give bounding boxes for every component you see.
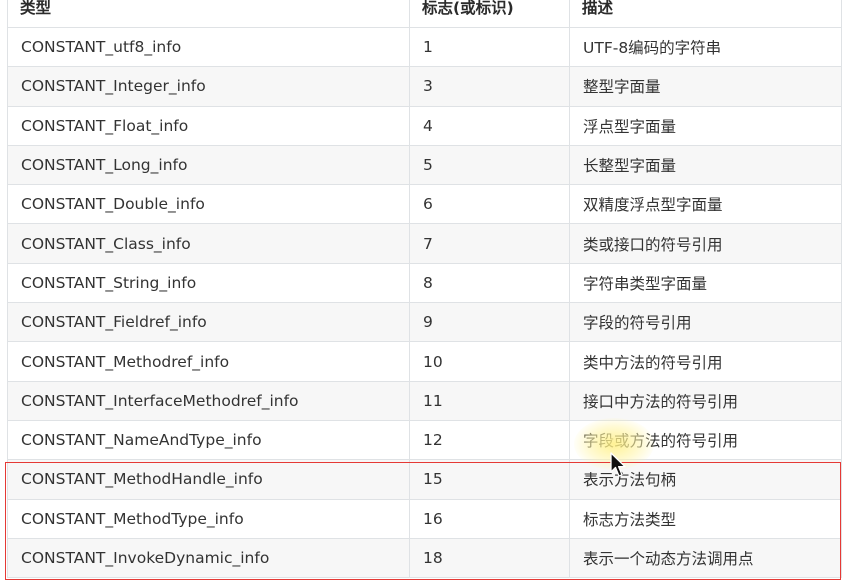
table-row: CONSTANT_Long_info 5 长整型字面量 — [7, 144, 842, 186]
cell-tag: 16 — [409, 498, 570, 539]
table-row: CONSTANT_InvokeDynamic_info 18 表示一个动态方法调用点 — [7, 537, 842, 579]
table-row: CONSTANT_MethodHandle_info 15 表示方法句柄 — [7, 459, 842, 500]
document-frame: 类型 标志(或标识) 描述 CONSTANT_utf8_info 1 UTF-8编码… — [0, 0, 844, 587]
cell-description: 整型字面量 — [569, 66, 842, 107]
table-row: CONSTANT_String_info 8 字符串类型字面量 — [7, 262, 842, 304]
header-description: 描述 — [569, 0, 842, 28]
cell-type: CONSTANT_String_info — [7, 262, 410, 304]
cell-description: 类或接口的符号引用 — [569, 223, 842, 264]
header-type: 类型 — [7, 0, 410, 28]
cell-type: CONSTANT_Fieldref_info — [7, 302, 410, 343]
cell-description: 长整型字面量 — [569, 144, 842, 186]
cell-description: 表示一个动态方法调用点 — [569, 537, 842, 579]
cell-tag: 8 — [409, 262, 570, 304]
table-row: CONSTANT_Class_info 7 类或接口的符号引用 — [7, 223, 842, 264]
header-tag: 标志(或标识) — [409, 0, 570, 28]
table-row: CONSTANT_Double_info 6 双精度浮点型字面量 — [7, 184, 842, 225]
cell-tag: 12 — [409, 419, 570, 461]
cell-type: CONSTANT_InvokeDynamic_info — [7, 537, 410, 579]
table-body: CONSTANT_utf8_info 1 UTF-8编码的字符串 CONSTANT_I… — [7, 26, 842, 579]
cell-tag: 5 — [409, 144, 570, 186]
table-row: CONSTANT_Integer_info 3 整型字面量 — [7, 66, 842, 107]
cell-description: 双精度浮点型字面量 — [569, 184, 842, 225]
table-row: CONSTANT_NameAndType_info 12 字段或方法的符号引用 — [7, 419, 842, 461]
cell-type: CONSTANT_Float_info — [7, 105, 410, 146]
cell-type: CONSTANT_MethodType_info — [7, 498, 410, 539]
cell-type: CONSTANT_InterfaceMethodref_info — [7, 380, 410, 421]
cell-tag: 6 — [409, 184, 570, 225]
constant-pool-table: 类型 标志(或标识) 描述 CONSTANT_utf8_info 1 UTF-8编码… — [7, 0, 842, 579]
cell-description: 字符串类型字面量 — [569, 262, 842, 304]
table-row: CONSTANT_Fieldref_info 9 字段的符号引用 — [7, 302, 842, 343]
cell-tag: 1 — [409, 26, 570, 68]
cell-description: 类中方法的符号引用 — [569, 341, 842, 382]
cell-tag: 11 — [409, 380, 570, 421]
table-row: CONSTANT_utf8_info 1 UTF-8编码的字符串 — [7, 26, 842, 68]
table-row: CONSTANT_Float_info 4 浮点型字面量 — [7, 105, 842, 146]
cell-tag: 7 — [409, 223, 570, 264]
cell-type: CONSTANT_MethodHandle_info — [7, 459, 410, 500]
header-row: 类型 标志(或标识) 描述 — [7, 0, 842, 28]
cell-tag: 10 — [409, 341, 570, 382]
cell-tag: 3 — [409, 66, 570, 107]
cell-description: 标志方法类型 — [569, 498, 842, 539]
cell-description: UTF-8编码的字符串 — [569, 26, 842, 68]
cell-description: 接口中方法的符号引用 — [569, 380, 842, 421]
cell-type: CONSTANT_utf8_info — [7, 26, 410, 68]
cell-type: CONSTANT_Class_info — [7, 223, 410, 264]
cell-description: 表示方法句柄 — [569, 459, 842, 500]
table-row: CONSTANT_InterfaceMethodref_info 11 接口中方法的… — [7, 380, 842, 421]
cell-type: CONSTANT_Methodref_info — [7, 341, 410, 382]
cell-type: CONSTANT_Integer_info — [7, 66, 410, 107]
table-row: CONSTANT_Methodref_info 10 类中方法的符号引用 — [7, 341, 842, 382]
cell-tag: 15 — [409, 459, 570, 500]
cell-description: 字段或方法的符号引用 — [569, 419, 842, 461]
cell-type: CONSTANT_NameAndType_info — [7, 419, 410, 461]
cell-description: 浮点型字面量 — [569, 105, 842, 146]
table-row: CONSTANT_MethodType_info 16 标志方法类型 — [7, 498, 842, 539]
cell-tag: 18 — [409, 537, 570, 579]
cell-tag: 9 — [409, 302, 570, 343]
cell-tag: 4 — [409, 105, 570, 146]
table-header: 类型 标志(或标识) 描述 — [7, 0, 842, 28]
cell-type: CONSTANT_Double_info — [7, 184, 410, 225]
cell-description: 字段的符号引用 — [569, 302, 842, 343]
cell-type: CONSTANT_Long_info — [7, 144, 410, 186]
